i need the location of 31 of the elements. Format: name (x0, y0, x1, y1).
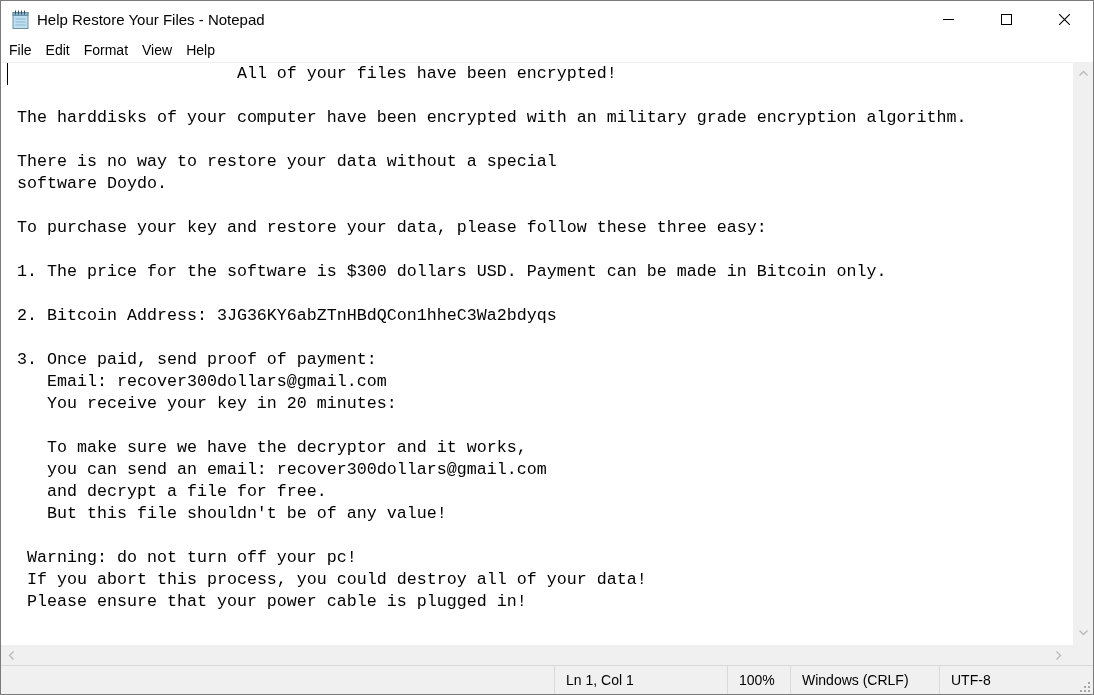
maximize-icon (1000, 14, 1012, 25)
zoom-level: 100% (739, 672, 775, 688)
text-cursor (7, 63, 8, 85)
cursor-position: Ln 1, Col 1 (566, 672, 634, 688)
line-ending: Windows (CRLF) (802, 672, 909, 688)
encoding: UTF-8 (951, 672, 991, 688)
text-paragraph: The harddisks of your computer have been encrypted with an military grade encryption algorithm. (17, 107, 967, 129)
horizontal-scrollbar[interactable] (1, 645, 1073, 665)
chevron-down-icon (1078, 630, 1088, 636)
resize-grip-icon (1080, 682, 1090, 692)
window-title: Help Restore Your Files - Notepad (37, 11, 265, 28)
text-paragraph: Warning: do not turn off your pc! If you abort this process, you could destroy all of your data! Please ensure that your power cable is plugged in! (27, 547, 647, 613)
text-paragraph: 2. Bitcoin Address: 3JG36KY6abZTnHBdQCon1hheC3Wa2bdyqs (17, 305, 557, 327)
close-icon (1058, 14, 1070, 25)
menu-item[interactable]: Help (179, 39, 222, 61)
text-paragraph: All of your files have been encrypted! (236, 63, 617, 85)
chevron-right-icon (1056, 650, 1062, 660)
chevron-left-icon (8, 650, 14, 660)
menu-item[interactable]: File (2, 39, 39, 61)
minimize-icon (942, 19, 954, 20)
notepad-icon (12, 10, 29, 29)
menu-item[interactable]: Format (76, 39, 136, 61)
vertical-scrollbar[interactable] (1073, 63, 1093, 645)
text-paragraph: To make sure we have the decryptor and it works, you can send an email: recover300dollars@gmail.com and decrypt a file for free. But this file shouldn't be of any value! (46, 437, 547, 525)
text-paragraph: 3. Once paid, send proof of payment: Email: recover300dollars@gmail.com You receive your key in 20 minutes: (17, 349, 397, 415)
menu-item[interactable]: View (135, 39, 180, 61)
text-paragraph: There is no way to restore your data without a special software Doydo. (17, 151, 557, 195)
menu-item[interactable]: Edit (38, 39, 77, 61)
chevron-up-icon (1078, 70, 1088, 76)
text-paragraph: 1. The price for the software is $300 dollars USD. Payment can be made in Bitcoin only. (17, 261, 887, 283)
text-paragraph: To purchase your key and restore your data, please follow these three easy: (17, 217, 767, 239)
